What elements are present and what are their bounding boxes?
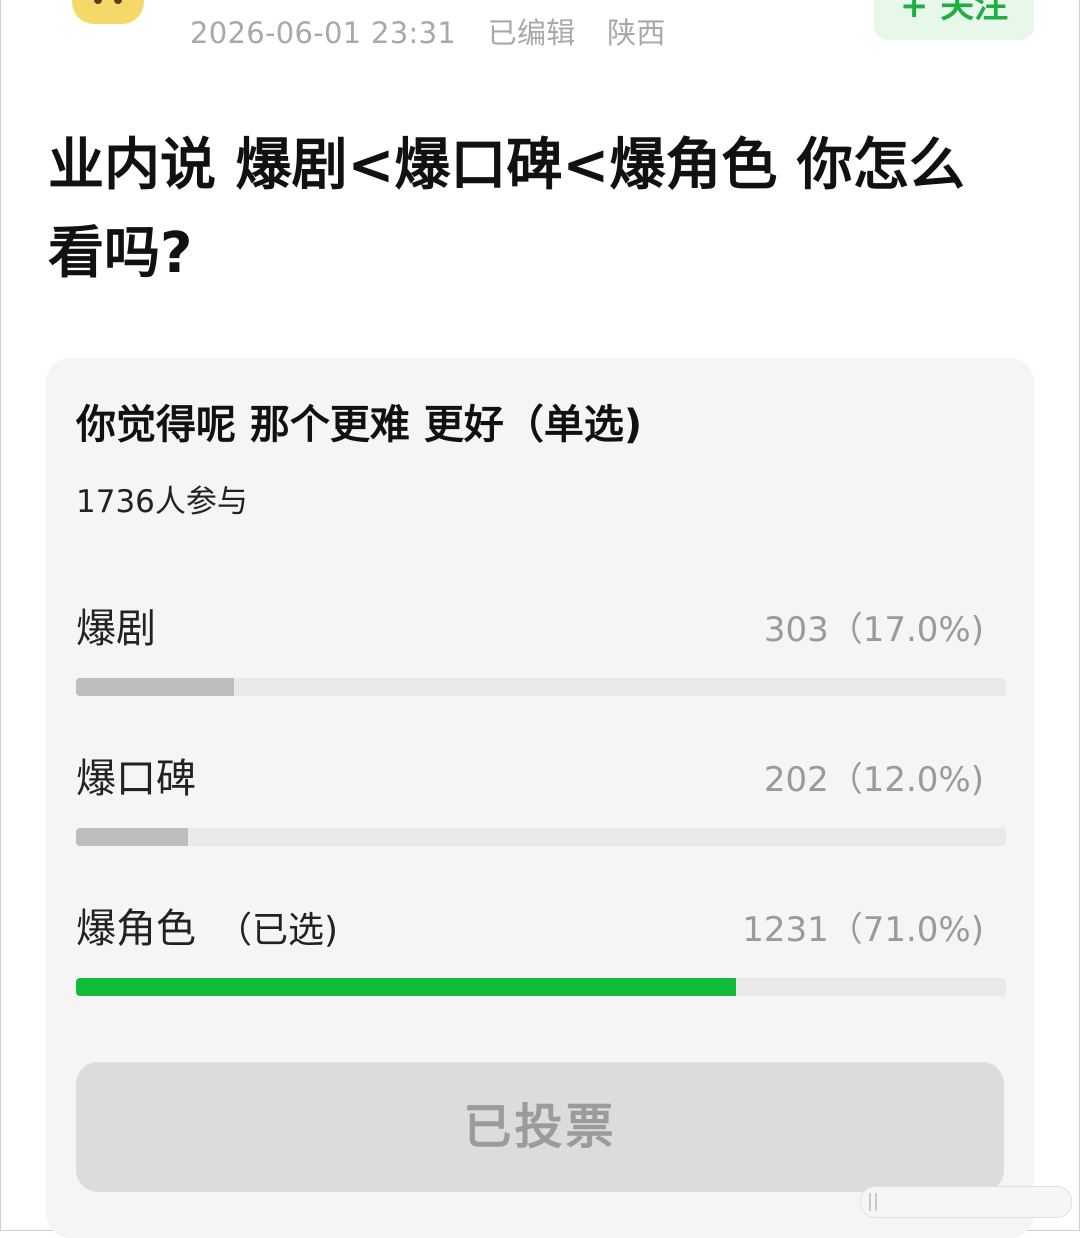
user-avatar[interactable] [72, 0, 144, 24]
post-timestamp: 2026-06-01 23:31 [190, 16, 457, 50]
poll-question: 你觉得呢 那个更难 更好（单选) [76, 402, 643, 448]
option-progress-track [76, 678, 1006, 696]
post-meta: 2026-06-01 23:31 已编辑 陕西 [190, 10, 688, 52]
option-count: 1231（71.0%) [742, 910, 984, 950]
option-progress-fill [76, 828, 188, 846]
voted-button[interactable]: 已投票 [76, 1062, 1004, 1192]
post-title: 业内说 爆剧<爆口碑<爆角色 你怎么看吗? [48, 133, 965, 286]
poll-option-3[interactable]: 爆角色 （已选) 1231（71.0%) [76, 896, 1006, 1006]
option-label: 爆口碑 [76, 756, 196, 802]
scroll-handle[interactable] [860, 1186, 1072, 1218]
follow-button[interactable]: + 关注 [874, 0, 1034, 40]
post-location: 陕西 [607, 16, 666, 50]
option-selected-tag: （已选) [216, 910, 339, 951]
edited-tag: 已编辑 [487, 16, 576, 50]
poll-option-2[interactable]: 爆口碑 202（12.0%) [76, 746, 1006, 856]
poll-option-1[interactable]: 爆剧 303（17.0%) [76, 596, 1006, 706]
option-label: 爆剧 [76, 606, 156, 652]
option-count: 303（17.0%) [763, 610, 984, 650]
option-progress-track [76, 978, 1006, 996]
option-progress-track [76, 828, 1006, 846]
option-count: 202（12.0%) [763, 760, 984, 800]
poll-card: 你觉得呢 那个更难 更好（单选) 1736人参与 爆剧 303（17.0%) 爆… [46, 358, 1034, 1238]
poll-participant-count: 1736人参与 [76, 484, 248, 520]
option-label: 爆角色 [76, 906, 196, 952]
option-progress-fill [76, 978, 737, 996]
option-progress-fill [76, 678, 235, 696]
